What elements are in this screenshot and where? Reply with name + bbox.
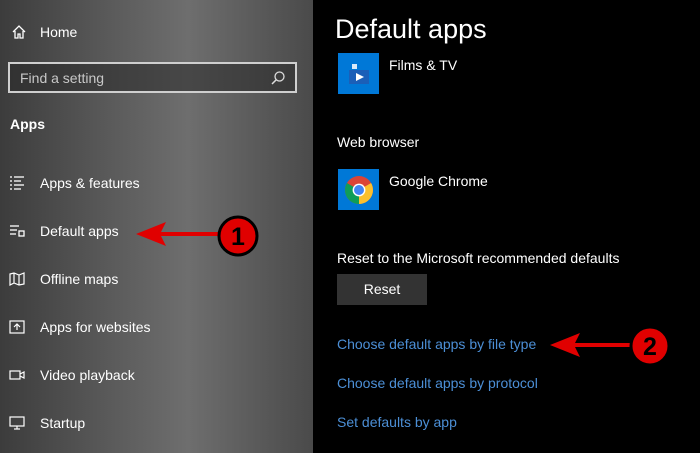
sidebar-item-label: Apps for websites [40, 319, 151, 335]
section-title-apps: Apps [10, 116, 45, 132]
sidebar-item-startup[interactable]: Startup [8, 413, 85, 433]
chrome-icon [338, 169, 379, 210]
sidebar-item-label: Startup [40, 415, 86, 431]
search-placeholder: Find a setting [20, 69, 105, 86]
sidebar-item-apps-for-websites[interactable]: Apps for websites [8, 317, 151, 337]
search-input[interactable]: Find a setting [8, 62, 297, 93]
reset-button[interactable]: Reset [337, 274, 427, 305]
sidebar-item-video-playback[interactable]: Video playback [8, 365, 135, 385]
web-browser-label: Web browser [337, 134, 420, 150]
settings-sidebar: Home Find a setting Apps Apps & features… [0, 0, 313, 453]
home-icon [10, 23, 28, 41]
sidebar-item-label: Offline maps [40, 271, 119, 287]
link-default-apps-by-protocol[interactable]: Choose default apps by protocol [337, 375, 538, 391]
link-set-defaults-by-app[interactable]: Set defaults by app [337, 414, 457, 430]
sidebar-item-apps-features[interactable]: Apps & features [8, 173, 140, 193]
video-player-selector[interactable]: Films & TV [338, 53, 457, 94]
video-icon [8, 367, 26, 383]
home-nav-item[interactable]: Home [10, 22, 77, 42]
web-app-icon [8, 319, 26, 335]
startup-icon [8, 415, 26, 431]
search-icon[interactable] [270, 70, 286, 86]
default-apps-icon [8, 223, 26, 239]
link-default-apps-by-file-type[interactable]: Choose default apps by file type [337, 336, 536, 352]
default-apps-panel: Default apps Films & TV Web browser Goog… [313, 0, 700, 453]
home-label: Home [40, 24, 78, 40]
films-tv-icon [338, 53, 379, 94]
sidebar-item-label: Apps & features [40, 175, 140, 191]
web-browser-selector[interactable]: Google Chrome [338, 169, 488, 210]
sidebar-item-label: Default apps [40, 223, 119, 239]
video-player-app-name: Films & TV [389, 57, 458, 73]
web-browser-app-name: Google Chrome [389, 173, 488, 189]
sidebar-item-default-apps[interactable]: Default apps [8, 221, 119, 241]
page-title: Default apps [335, 14, 487, 44]
sidebar-item-label: Video playback [40, 367, 135, 383]
map-icon [8, 271, 26, 287]
reset-label: Reset to the Microsoft recommended defau… [337, 250, 620, 266]
list-icon [8, 175, 26, 191]
sidebar-item-offline-maps[interactable]: Offline maps [8, 269, 118, 289]
